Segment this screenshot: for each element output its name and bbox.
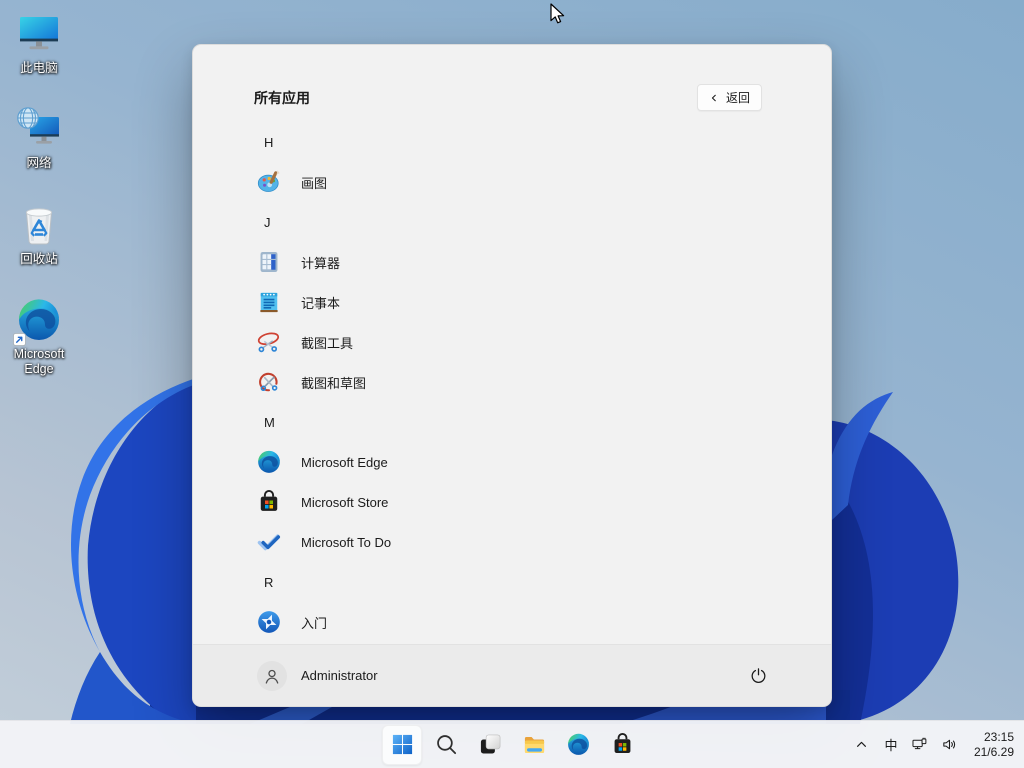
taskbar: 中 23:15 21/6.29: [0, 720, 1024, 768]
taskbar-edge-button[interactable]: [558, 725, 598, 765]
section-letter-J[interactable]: J: [193, 202, 831, 242]
app-item-microsoft-edge[interactable]: Microsoft Edge: [193, 442, 831, 482]
section-letter-R[interactable]: R: [193, 562, 831, 602]
snipping-tool-icon: [256, 329, 282, 355]
taskbar-start-button[interactable]: [382, 724, 422, 765]
search-icon: [434, 732, 459, 757]
person-icon: [265, 669, 279, 684]
desktop-icon-label: 网络: [26, 156, 52, 170]
app-item-microsoft-store[interactable]: Microsoft Store: [193, 482, 831, 522]
app-item-label: 截图和草图: [301, 375, 367, 391]
app-item-snip-sketch[interactable]: 截图和草图: [193, 362, 831, 402]
all-apps-title: 所有应用: [254, 89, 310, 106]
taskbar-buttons: [382, 721, 642, 768]
app-item-snipping-tool[interactable]: 截图工具: [193, 322, 831, 362]
app-item-calculator[interactable]: 计算器: [193, 242, 831, 282]
app-item-label: 入门: [301, 615, 328, 631]
user-bar: Administrator: [193, 644, 831, 706]
store-icon: [256, 489, 282, 515]
app-item-paint[interactable]: 画图: [193, 162, 831, 202]
snip-sketch-icon: [256, 369, 282, 395]
taskbar-file-explorer-button[interactable]: [514, 725, 554, 765]
mouse-cursor: [550, 3, 565, 24]
desktop-icon-label: Microsoft Edge: [13, 347, 65, 376]
app-item-get-started[interactable]: 入门: [193, 602, 831, 642]
shortcut-arrow-icon: [13, 333, 26, 346]
tray-network-button[interactable]: [910, 735, 930, 755]
speaker-icon: [943, 739, 956, 750]
network-icon: [15, 105, 63, 153]
store-icon: [610, 732, 635, 757]
desktop-icon-this-pc[interactable]: 此电脑: [0, 10, 78, 76]
windows-start-icon: [390, 732, 415, 757]
notepad-icon: [256, 289, 282, 315]
chevron-up-icon: [857, 741, 867, 747]
todo-icon: [256, 529, 282, 555]
start-menu-header: 所有应用 返回: [193, 45, 831, 111]
app-item-microsoft-to-do[interactable]: Microsoft To Do: [193, 522, 831, 562]
desktop: 此电脑网络回收站 Microsoft Edge 所有应用 返回 H 画图 J 计算器记事…: [0, 0, 1024, 768]
desktop-icon-label: 此电脑: [20, 61, 58, 75]
get-started-icon: [256, 609, 282, 635]
user-avatar[interactable]: [257, 660, 287, 691]
edge-icon: [566, 732, 591, 757]
power-icon: [751, 668, 765, 684]
app-item-label: 记事本: [301, 295, 341, 311]
edge-icon: [13, 296, 63, 346]
taskbar-store-button[interactable]: [602, 725, 642, 765]
task-view-icon: [478, 732, 503, 757]
app-item-label: Microsoft Edge: [301, 454, 388, 470]
edge-icon: [256, 449, 282, 475]
calculator-icon: [256, 249, 282, 275]
tray-date: 21/6.29: [973, 744, 1014, 759]
app-item-label: 截图工具: [301, 335, 354, 351]
system-tray: 中 23:15 21/6.29: [852, 721, 1024, 768]
app-list: H 画图 J 计算器记事本截图工具截图和草图 M Microsoft Edge Micros…: [193, 122, 831, 642]
section-letter-H[interactable]: H: [193, 122, 831, 162]
taskbar-task-view-button[interactable]: [470, 725, 510, 765]
network-ethernet-icon: [912, 737, 927, 750]
desktop-icon-microsoft-edge[interactable]: Microsoft Edge: [0, 296, 78, 377]
desktop-icon-recycle-bin[interactable]: 回收站: [0, 201, 78, 267]
app-item-label: Microsoft To Do: [301, 534, 392, 550]
tray-volume-button[interactable]: [940, 735, 960, 755]
tray-clock[interactable]: 23:15 21/6.29: [970, 730, 1014, 760]
ime-indicator[interactable]: 中: [882, 735, 900, 754]
tray-chevron-up-button[interactable]: [852, 735, 872, 755]
paint-icon: [256, 169, 282, 195]
app-item-label: Microsoft Store: [301, 494, 389, 510]
desktop-icon-network[interactable]: 网络: [0, 105, 78, 171]
desktop-icon-label: 回收站: [20, 252, 58, 266]
power-button[interactable]: [741, 659, 775, 693]
this-pc-icon: [15, 10, 63, 58]
start-menu: 所有应用 返回 H 画图 J 计算器记事本截图工具截图和草图 M Microsoft Ed…: [192, 44, 832, 707]
tray-time: 23:15: [983, 729, 1014, 744]
user-name[interactable]: Administrator: [301, 668, 741, 683]
chevron-left-icon: [711, 94, 716, 101]
app-item-label: 计算器: [301, 255, 341, 271]
back-button[interactable]: 返回: [696, 84, 762, 111]
back-button-label: 返回: [725, 91, 750, 105]
app-item-notepad[interactable]: 记事本: [193, 282, 831, 322]
app-item-label: 画图: [301, 175, 328, 191]
recycle-bin-icon: [15, 201, 63, 249]
taskbar-search-button[interactable]: [426, 725, 466, 765]
folder-icon: [522, 732, 547, 757]
section-letter-M[interactable]: M: [193, 402, 831, 442]
